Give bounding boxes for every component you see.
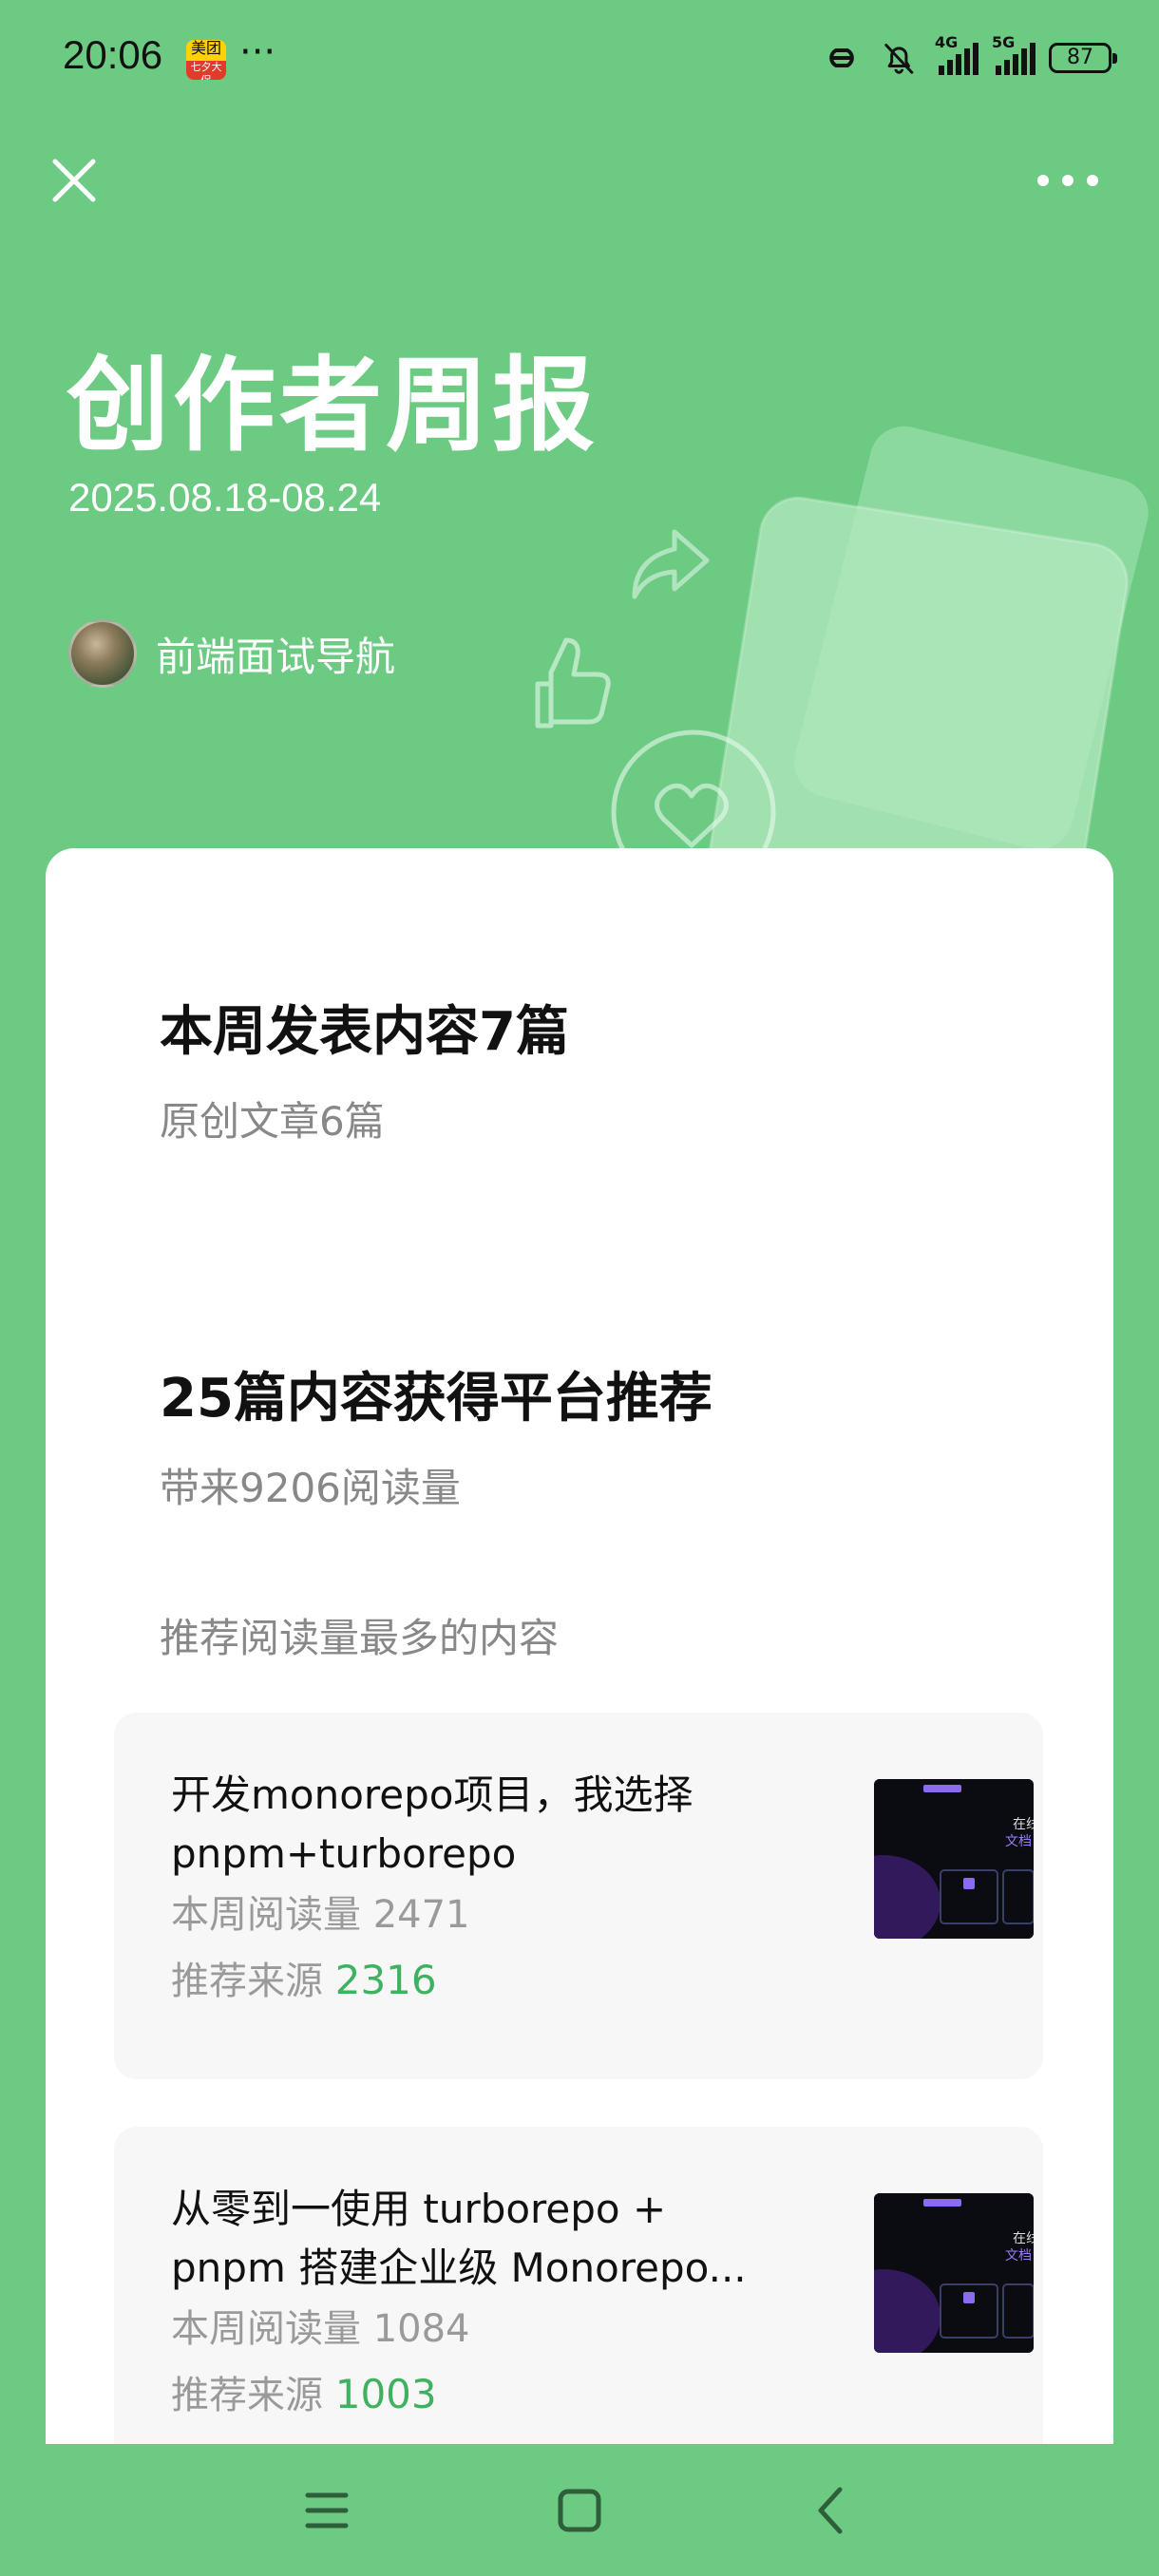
home-square-icon[interactable] (542, 2472, 618, 2548)
svg-text:在线: 在线 (1013, 1817, 1034, 1832)
top-content-label: 推荐阅读量最多的内容 (160, 1615, 560, 1661)
article-card[interactable]: 从零到一使用 turborepo + pnpm 搭建企业级 Monorepo..… (114, 2127, 1043, 2444)
svg-text:文档: 文档 (1005, 2248, 1032, 2263)
close-icon[interactable] (46, 152, 103, 209)
article-title-line1: 从零到一使用 turborepo + (171, 2186, 667, 2232)
share-arrow-icon (632, 529, 710, 599)
article-title-line2: pnpm 搭建企业级 Monorepo... (171, 2245, 747, 2291)
menu-icon[interactable] (289, 2472, 365, 2548)
article-title-line2: pnpm+turborepo (171, 1830, 517, 1877)
front-card-shape (705, 496, 1129, 855)
author-profile[interactable]: 前端面试导航 (68, 619, 395, 688)
original-count-subtitle: 原创文章6篇 (160, 1098, 385, 1145)
weekly-reads: 本周阅读量 2471 (171, 1893, 470, 1937)
system-nav-bar (0, 2444, 1159, 2576)
back-icon[interactable] (794, 2472, 870, 2548)
weekly-reads: 本周阅读量 1084 (171, 2307, 470, 2351)
article-card[interactable]: 开发monorepo项目，我选择 pnpm+turborepo 本周阅读量 24… (114, 1713, 1043, 2079)
more-dots-icon[interactable] (1032, 160, 1104, 201)
recommend-source-value: 1003 (334, 2371, 437, 2417)
article-thumbnail[interactable]: 在线 文档 (874, 1779, 1034, 1939)
recommend-source-label: 推荐来源 (171, 1960, 323, 2003)
thumbs-up-icon (535, 637, 611, 729)
svg-text:在线: 在线 (1013, 2231, 1034, 2246)
recommend-reads-subtitle: 带来9206阅读量 (160, 1465, 461, 1511)
recommend-source-value: 2316 (334, 1957, 437, 2003)
article-title-line1: 开发monorepo项目，我选择 (171, 1771, 694, 1818)
article-title[interactable]: 从零到一使用 turborepo + pnpm 搭建企业级 Monorepo..… (171, 2180, 760, 2298)
article-title[interactable]: 开发monorepo项目，我选择 pnpm+turborepo (171, 1766, 760, 1884)
recommend-source: 推荐来源 1003 (171, 2364, 437, 2419)
recommend-count-title: 25篇内容获得平台推荐 (160, 1368, 712, 1430)
report-card: 本周发表内容7篇 原创文章6篇 25篇内容获得平台推荐 带来9206阅读量 推荐… (46, 848, 1113, 2444)
author-name[interactable]: 前端面试导航 (156, 625, 395, 683)
recommend-source-label: 推荐来源 (171, 2374, 323, 2417)
date-range: 2025.08.18-08.24 (68, 475, 382, 520)
article-thumbnail[interactable]: 在线 文档 (874, 2193, 1034, 2353)
published-count-title: 本周发表内容7篇 (160, 1001, 569, 1063)
recommend-source: 推荐来源 2316 (171, 1950, 437, 2005)
avatar[interactable] (68, 619, 137, 688)
svg-text:文档: 文档 (1005, 1834, 1032, 1849)
page-title: 创作者周报 (66, 347, 599, 465)
